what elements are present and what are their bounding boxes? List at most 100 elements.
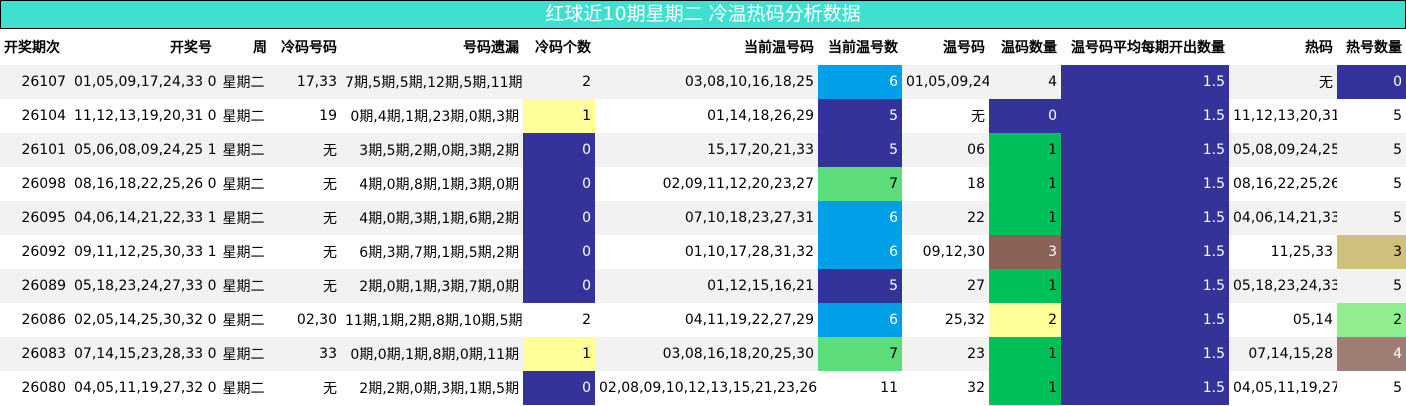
cell-numbers: 07,14,15,23,28,33 03 <box>70 337 216 371</box>
cell-warm-current: 03,08,10,16,18,25 <box>595 65 818 99</box>
cell-cold: 无 <box>271 269 341 303</box>
cell-warm: 23 <box>902 337 989 371</box>
cell-cold: 无 <box>271 133 341 167</box>
cell-cold-count: 0 <box>523 167 595 201</box>
cell-period: 26107 <box>0 65 70 99</box>
header-hot-count: 热号数量 <box>1346 40 1402 56</box>
cell-hot: 05,08,09,24,25 <box>1229 133 1337 167</box>
cell-warm-count: 1 <box>989 133 1061 167</box>
cell-miss: 0期,0期,1期,8期,0期,11期 <box>341 337 523 371</box>
cell-numbers: 02,05,14,25,30,32 05 <box>70 303 216 337</box>
cell-cold: 无 <box>271 371 341 405</box>
cell-cold-count: 2 <box>523 303 595 337</box>
table-row: 26104 11,12,13,19,20,31 03 星期二 19 0期,4期,… <box>0 99 1406 133</box>
cell-cold: 17,33 <box>271 65 341 99</box>
cell-warm-current-count: 6 <box>818 235 902 269</box>
header-week: 周 <box>253 40 267 56</box>
cell-warm: 27 <box>902 269 989 303</box>
table-row: 26086 02,05,14,25,30,32 05 星期二 02,30 11期… <box>0 303 1406 337</box>
cell-hot-count: 0 <box>1337 65 1406 99</box>
header-miss: 号码遗漏 <box>463 40 519 56</box>
cell-warm: 18 <box>902 167 989 201</box>
cell-warm-current-count: 6 <box>818 65 902 99</box>
cell-hot: 08,16,22,25,26 <box>1229 167 1337 201</box>
cell-week: 星期二 <box>216 235 271 269</box>
cell-hot-count: 2 <box>1337 303 1406 337</box>
cell-warm-current-count: 7 <box>818 167 902 201</box>
cell-warm-current: 02,08,09,10,12,13,15,21,23,26,30 <box>595 371 818 405</box>
cell-warm: 无 <box>902 99 989 133</box>
cell-warm-avg: 1.5 <box>1061 201 1229 235</box>
cell-week: 星期二 <box>216 167 271 201</box>
cell-cold: 无 <box>271 235 341 269</box>
cell-warm-avg: 1.5 <box>1061 303 1229 337</box>
cell-warm-count: 0 <box>989 99 1061 133</box>
cell-warm-count: 1 <box>989 269 1061 303</box>
cell-week: 星期二 <box>216 303 271 337</box>
cell-week: 星期二 <box>216 371 271 405</box>
cell-cold: 33 <box>271 337 341 371</box>
cell-warm-avg: 1.5 <box>1061 235 1229 269</box>
cell-warm-count: 1 <box>989 201 1061 235</box>
cell-warm-count: 1 <box>989 371 1061 405</box>
table-row: 26098 08,16,18,22,25,26 07 星期二 无 4期,0期,8… <box>0 167 1406 201</box>
cell-miss: 2期,0期,1期,3期,7期,0期 <box>341 269 523 303</box>
header-cold-count: 冷码个数 <box>535 40 591 56</box>
table-row: 26107 01,05,09,17,24,33 04 星期二 17,33 7期,… <box>0 65 1406 99</box>
cell-warm-current-count: 5 <box>818 269 902 303</box>
cell-cold: 无 <box>271 167 341 201</box>
header-warm: 温号码 <box>943 40 985 56</box>
cell-warm: 01,05,09,24 <box>902 65 989 99</box>
cell-cold-count: 0 <box>523 235 595 269</box>
cell-warm: 09,12,30 <box>902 235 989 269</box>
cell-warm-avg: 1.5 <box>1061 337 1229 371</box>
cell-warm-avg: 1.5 <box>1061 371 1229 405</box>
table-row: 26080 04,05,11,19,27,32 01 星期二 无 2期,2期,0… <box>0 371 1406 405</box>
lottery-analysis-table: 开奖期次 开奖号 周 冷码号码 号码遗漏 冷码个数 当前温号码 当前温号数 温号… <box>0 29 1406 405</box>
cell-numbers: 04,06,14,21,22,33 16 <box>70 201 216 235</box>
cell-hot-count: 5 <box>1337 167 1406 201</box>
cell-hot: 04,05,11,19,27 <box>1229 371 1337 405</box>
cell-period: 26083 <box>0 337 70 371</box>
header-hot: 热码 <box>1305 40 1333 56</box>
cell-miss: 4期,0期,3期,1期,6期,2期 <box>341 201 523 235</box>
cell-hot-count: 5 <box>1337 133 1406 167</box>
cell-warm-current-count: 7 <box>818 337 902 371</box>
cell-hot: 05,14 <box>1229 303 1337 337</box>
header-warm-current-count: 当前温号数 <box>828 40 898 56</box>
cell-period: 26080 <box>0 371 70 405</box>
cell-warm-current-count: 6 <box>818 303 902 337</box>
cell-warm-current-count: 11 <box>818 371 902 405</box>
cell-numbers: 11,12,13,19,20,31 03 <box>70 99 216 133</box>
table-row: 26083 07,14,15,23,28,33 03 星期二 33 0期,0期,… <box>0 337 1406 371</box>
cell-week: 星期二 <box>216 99 271 133</box>
cell-warm-avg: 1.5 <box>1061 167 1229 201</box>
cell-miss: 6期,3期,7期,1期,5期,2期 <box>341 235 523 269</box>
cell-warm-current-count: 5 <box>818 99 902 133</box>
cell-warm-current: 03,08,16,18,20,25,30 <box>595 337 818 371</box>
cell-week: 星期二 <box>216 65 271 99</box>
cell-numbers: 01,05,09,17,24,33 04 <box>70 65 216 99</box>
cell-hot-count: 3 <box>1337 235 1406 269</box>
cell-period: 26104 <box>0 99 70 133</box>
cell-week: 星期二 <box>216 269 271 303</box>
cell-warm: 25,32 <box>902 303 989 337</box>
header-warm-current: 当前温号码 <box>744 40 814 56</box>
cell-period: 26095 <box>0 201 70 235</box>
header-warm-avg: 温号码平均每期开出数量 <box>1071 40 1225 56</box>
cell-numbers: 04,05,11,19,27,32 01 <box>70 371 216 405</box>
cell-hot-count: 5 <box>1337 99 1406 133</box>
cell-cold-count: 1 <box>523 337 595 371</box>
cell-cold-count: 2 <box>523 65 595 99</box>
cell-warm-current: 01,12,15,16,21 <box>595 269 818 303</box>
cell-cold-count: 1 <box>523 99 595 133</box>
cell-hot-count: 4 <box>1337 337 1406 371</box>
cell-warm-current: 04,11,19,22,27,29 <box>595 303 818 337</box>
cell-warm-count: 4 <box>989 65 1061 99</box>
cell-week: 星期二 <box>216 337 271 371</box>
cell-cold-count: 0 <box>523 201 595 235</box>
cell-miss: 7期,5期,5期,12期,5期,11期 <box>341 65 523 99</box>
cell-period: 26089 <box>0 269 70 303</box>
header-row: 开奖期次 开奖号 周 冷码号码 号码遗漏 冷码个数 当前温号码 当前温号数 温号… <box>0 29 1406 65</box>
cell-warm-current: 15,17,20,21,33 <box>595 133 818 167</box>
